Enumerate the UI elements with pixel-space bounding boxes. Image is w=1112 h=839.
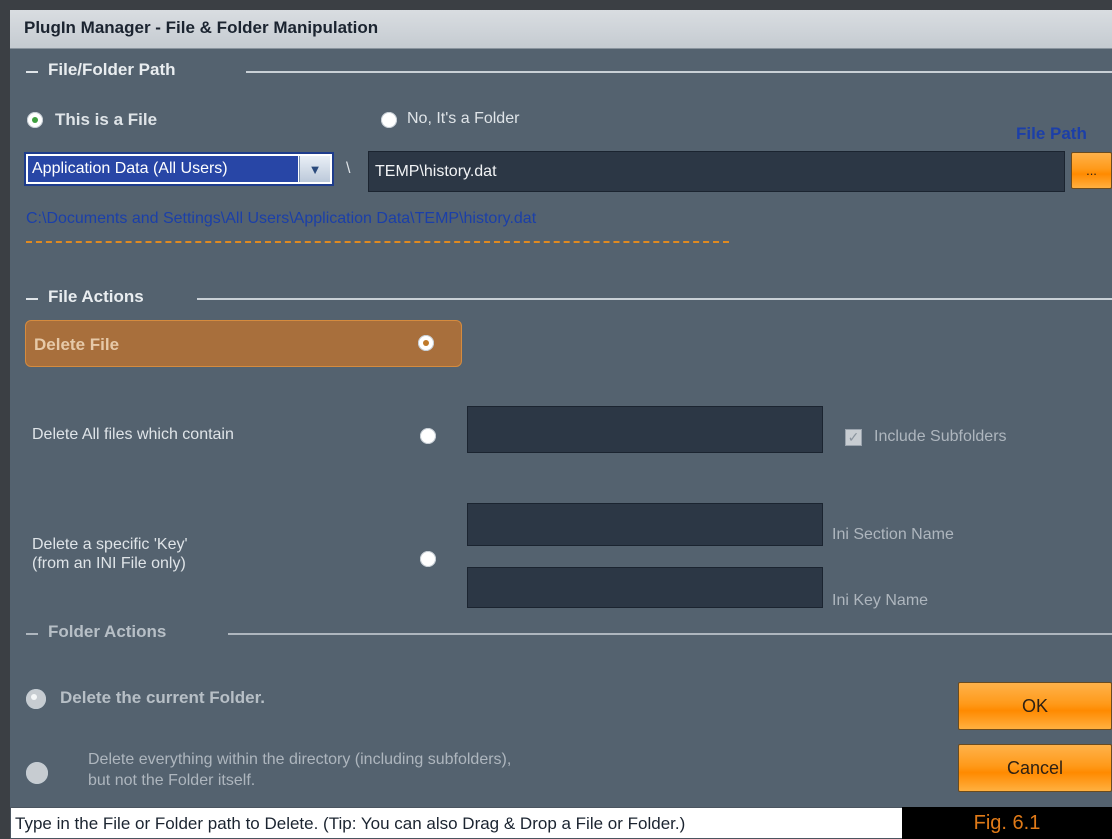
status-text: Type in the File or Folder path to Delet…	[15, 814, 686, 833]
contain-text-input[interactable]	[467, 406, 823, 453]
include-subfolders-label[interactable]: Include Subfolders	[874, 428, 1007, 446]
plugin-manager-window: PlugIn Manager - File & Folder Manipulat…	[10, 10, 1112, 839]
radio-this-is-a-file[interactable]	[27, 112, 43, 128]
browse-button[interactable]: ...	[1071, 152, 1112, 189]
delete-file-option[interactable]: Delete File	[25, 320, 462, 367]
ini-section-input[interactable]	[467, 503, 823, 546]
file-path-input-value[interactable]	[369, 152, 1064, 191]
radio-file-label[interactable]: This is a File	[55, 110, 157, 130]
cancel-button[interactable]: Cancel	[958, 744, 1112, 792]
radio-its-a-folder[interactable]	[381, 112, 397, 128]
radio-folder-label[interactable]: No, It's a Folder	[407, 110, 519, 128]
delete-contents-line1[interactable]: Delete everything within the directory (…	[88, 751, 511, 769]
path-separator: \	[346, 160, 351, 177]
ini-key-label: Ini Key Name	[832, 592, 929, 609]
location-select-value: Application Data (All Users)	[28, 156, 298, 182]
include-subfolders-checkbox[interactable]: ✓	[845, 429, 862, 446]
location-select[interactable]: Application Data (All Users) ▼	[24, 152, 334, 186]
group-label: File/Folder Path	[48, 60, 176, 79]
window-title: PlugIn Manager - File & Folder Manipulat…	[24, 18, 379, 37]
group-divider	[197, 298, 1112, 300]
group-divider	[228, 633, 1112, 635]
delete-contain-label: Delete All files which contain	[32, 426, 234, 443]
group-dash	[26, 71, 38, 73]
full-path-display: C:\Documents and Settings\All Users\Appl…	[26, 210, 537, 227]
delete-contents-line2[interactable]: but not the Folder itself.	[88, 772, 255, 790]
path-underline	[26, 241, 729, 243]
ok-button[interactable]: OK	[958, 682, 1112, 730]
chevron-down-icon[interactable]: ▼	[299, 156, 330, 182]
group-dash	[26, 298, 38, 300]
delete-key-label-line2: (from an INI File only)	[32, 555, 186, 572]
file-path-label: File Path	[1016, 124, 1087, 143]
radio-delete-current-folder[interactable]	[26, 689, 46, 709]
file-folder-path-group: File/Folder Path	[10, 60, 1112, 84]
radio-delete-ini-key[interactable]	[420, 551, 436, 567]
group-dash	[26, 633, 38, 635]
group-label: Folder Actions	[48, 622, 167, 641]
title-bar: PlugIn Manager - File & Folder Manipulat…	[10, 10, 1112, 49]
delete-folder-label[interactable]: Delete the current Folder.	[60, 688, 265, 708]
group-label: File Actions	[48, 287, 144, 306]
ok-button-label: OK	[1021, 695, 1048, 716]
delete-key-label-line1: Delete a specific 'Key'	[32, 536, 188, 553]
file-actions-group: File Actions	[10, 287, 1112, 311]
ini-key-input[interactable]	[467, 567, 823, 608]
cancel-button-label: Cancel	[1006, 757, 1064, 778]
radio-delete-all-containing[interactable]	[420, 428, 436, 444]
browse-button-label: ...	[1086, 163, 1097, 178]
ini-section-label: Ini Section Name	[832, 526, 954, 543]
figure-label: Fig. 6.1	[902, 807, 1112, 839]
group-divider	[246, 71, 1112, 73]
radio-delete-folder-contents[interactable]	[26, 762, 48, 784]
delete-file-label: Delete File	[34, 335, 120, 354]
folder-actions-group: Folder Actions	[10, 622, 1112, 646]
file-path-input[interactable]	[368, 151, 1065, 192]
radio-delete-file[interactable]	[418, 335, 434, 351]
